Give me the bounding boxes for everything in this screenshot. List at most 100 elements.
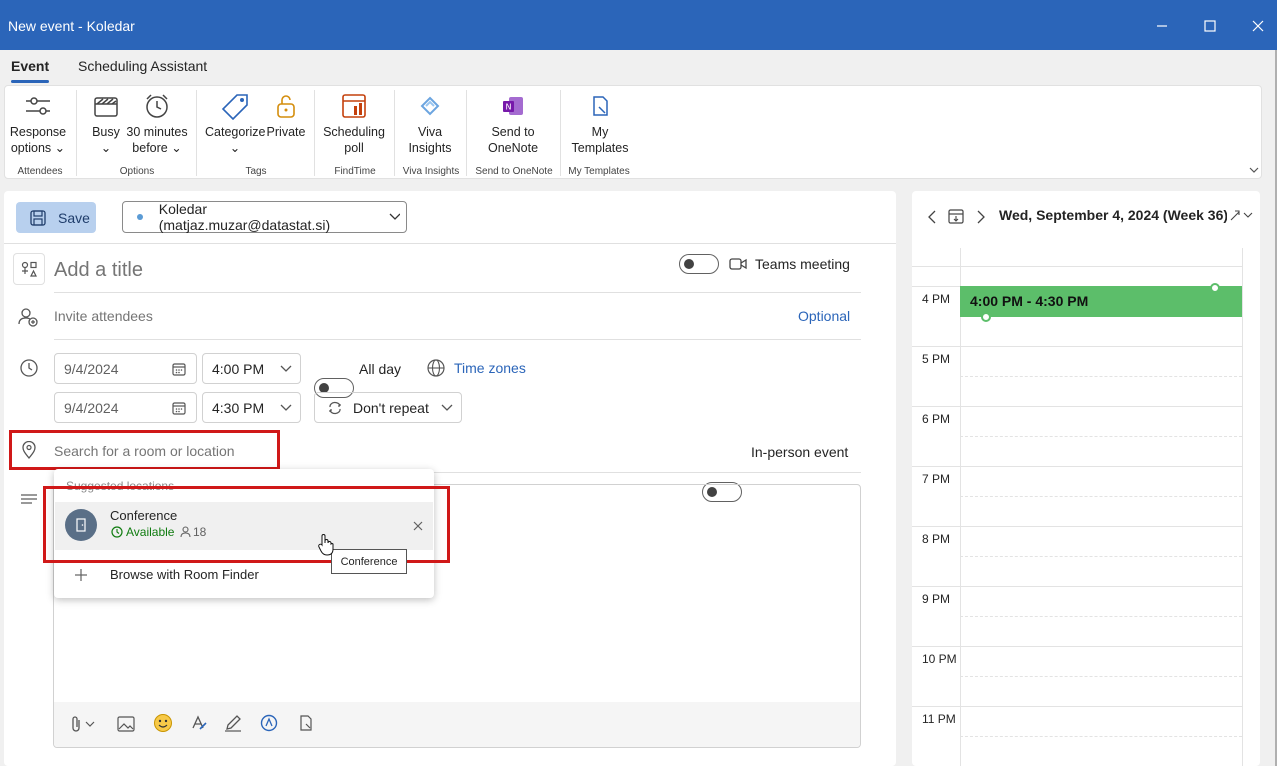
chevron-down-icon bbox=[280, 404, 292, 411]
ribbon-separator bbox=[314, 90, 315, 176]
teams-meeting-toggle[interactable] bbox=[679, 254, 719, 274]
half-hour-line bbox=[960, 616, 1242, 617]
draw-pen-icon[interactable] bbox=[224, 714, 242, 732]
paperclip-icon[interactable] bbox=[70, 715, 82, 733]
half-hour-line bbox=[960, 496, 1242, 497]
my-templates-button[interactable]: My Templates bbox=[568, 92, 632, 156]
copilot-icon[interactable] bbox=[260, 714, 278, 732]
private-button[interactable]: Private bbox=[265, 92, 307, 140]
title-bar: New event - Koledar bbox=[0, 0, 1277, 50]
viva-insights-icon bbox=[420, 96, 440, 116]
half-hour-line bbox=[960, 376, 1242, 377]
ribbon: Response options ⌄ Busy ⌄ 30 minutes befo… bbox=[4, 85, 1262, 179]
calendar-date-text: Wed, September 4, 2024 (Week 36) bbox=[999, 207, 1227, 223]
all-day-label: All day bbox=[359, 361, 402, 377]
template-icon[interactable] bbox=[297, 714, 315, 732]
category-picker-button[interactable] bbox=[13, 253, 45, 285]
half-hour-line bbox=[960, 736, 1242, 737]
tab-bar: Event Scheduling Assistant bbox=[0, 50, 1277, 84]
svg-text:N: N bbox=[506, 103, 512, 112]
tab-scheduling-assistant[interactable]: Scheduling Assistant bbox=[78, 58, 207, 74]
location-search-input[interactable] bbox=[54, 441, 274, 461]
chevron-left-icon[interactable] bbox=[927, 210, 937, 224]
viva-insights-button[interactable]: Viva Insights bbox=[405, 92, 455, 156]
half-hour-line bbox=[960, 676, 1242, 677]
calendar-event-block[interactable]: 4:00 PM - 4:30 PM bbox=[960, 286, 1242, 317]
busy-icon bbox=[94, 97, 118, 117]
ribbon-collapse-chevron-icon[interactable] bbox=[1249, 166, 1259, 174]
repeat-icon bbox=[329, 401, 341, 414]
response-options-label: Response options bbox=[9, 125, 67, 155]
go-to-today-icon[interactable] bbox=[948, 208, 964, 224]
busy-label: Busy bbox=[92, 125, 120, 139]
categorize-button[interactable]: Categorize ⌄ bbox=[205, 92, 265, 156]
repeat-dropdown[interactable]: Don't repeat bbox=[314, 392, 462, 423]
emoji-icon[interactable] bbox=[153, 713, 173, 733]
calendar-date-header: Wed, September 4, 2024 (Week 36) bbox=[999, 207, 1227, 227]
location-pin-icon bbox=[22, 441, 36, 459]
tab-event[interactable]: Event bbox=[11, 58, 50, 83]
maximize-button[interactable] bbox=[1193, 12, 1227, 40]
hour-line bbox=[912, 466, 1242, 467]
viva-insights-label: Viva Insights bbox=[408, 125, 452, 155]
close-button[interactable] bbox=[1241, 12, 1275, 40]
end-date-field[interactable]: 9/4/2024 bbox=[54, 392, 197, 423]
calendar-icon[interactable] bbox=[172, 401, 186, 415]
group-label-options: Options bbox=[119, 166, 155, 177]
half-hour-line bbox=[960, 556, 1242, 557]
reminder-button[interactable]: 30 minutes before ⌄ bbox=[125, 92, 189, 156]
image-icon[interactable] bbox=[117, 716, 135, 732]
save-button[interactable]: Save bbox=[16, 202, 96, 233]
sliders-icon bbox=[26, 97, 50, 115]
hour-line bbox=[912, 646, 1242, 647]
event-title-input[interactable] bbox=[54, 256, 554, 284]
scheduling-poll-label: Scheduling poll bbox=[323, 125, 385, 155]
day-calendar-pane bbox=[912, 191, 1260, 766]
event-resize-handle-bottom[interactable] bbox=[981, 312, 991, 322]
end-time-value: 4:30 PM bbox=[212, 399, 265, 416]
divider bbox=[54, 292, 861, 293]
chevron-right-icon[interactable] bbox=[976, 210, 986, 224]
invite-attendees-input[interactable] bbox=[54, 305, 654, 327]
expand-icon[interactable] bbox=[1229, 208, 1253, 222]
event-resize-handle-top[interactable] bbox=[1210, 283, 1220, 293]
optional-attendees-link[interactable]: Optional bbox=[798, 308, 850, 324]
start-date-field[interactable]: 9/4/2024 bbox=[54, 353, 197, 384]
conference-tooltip: Conference bbox=[331, 549, 407, 574]
calendar-icon[interactable] bbox=[172, 362, 186, 376]
hour-line bbox=[912, 346, 1242, 347]
minimize-icon bbox=[1157, 25, 1167, 27]
hour-line bbox=[912, 266, 1242, 267]
start-time-value: 4:00 PM bbox=[212, 360, 265, 377]
plus-icon bbox=[75, 569, 87, 581]
category-grid-icon bbox=[21, 261, 37, 277]
calendar-time-gutter-line bbox=[960, 248, 961, 766]
minimize-button[interactable] bbox=[1145, 12, 1179, 40]
add-people-icon bbox=[18, 308, 38, 327]
in-person-event-label: In-person event bbox=[751, 444, 849, 460]
my-templates-label: My Templates bbox=[571, 125, 629, 155]
lock-icon bbox=[277, 95, 295, 118]
save-label: Save bbox=[58, 209, 90, 226]
time-zones-link[interactable]: Time zones bbox=[454, 360, 526, 376]
reminder-label: 30 minutes before bbox=[126, 125, 188, 155]
video-camera-icon bbox=[729, 258, 747, 270]
start-time-dropdown[interactable]: 4:00 PM bbox=[202, 353, 301, 384]
scheduling-poll-button[interactable]: Scheduling poll bbox=[321, 92, 387, 156]
end-time-dropdown[interactable]: 4:30 PM bbox=[202, 392, 301, 423]
group-label-attendees: Attendees bbox=[17, 166, 63, 177]
ribbon-separator bbox=[394, 90, 395, 176]
format-painter-icon[interactable] bbox=[189, 714, 207, 732]
hour-label: 7 PM bbox=[922, 472, 951, 486]
calendar-account-dropdown[interactable]: Koledar (matjaz.muzar@datastat.si) bbox=[122, 201, 407, 233]
account-label: Koledar (matjaz.muzar@datastat.si) bbox=[158, 201, 331, 233]
chevron-down-icon[interactable] bbox=[85, 721, 95, 728]
busy-button[interactable]: Busy ⌄ bbox=[85, 92, 127, 156]
text-lines-icon bbox=[21, 494, 37, 504]
group-label-viva: Viva Insights bbox=[402, 166, 460, 177]
response-options-button[interactable]: Response options ⌄ bbox=[7, 92, 69, 156]
hour-line bbox=[912, 526, 1242, 527]
group-label-findtime: FindTime bbox=[334, 166, 376, 177]
send-to-onenote-button[interactable]: N Send to OneNote bbox=[481, 92, 545, 156]
group-label-onenote: Send to OneNote bbox=[475, 166, 553, 177]
